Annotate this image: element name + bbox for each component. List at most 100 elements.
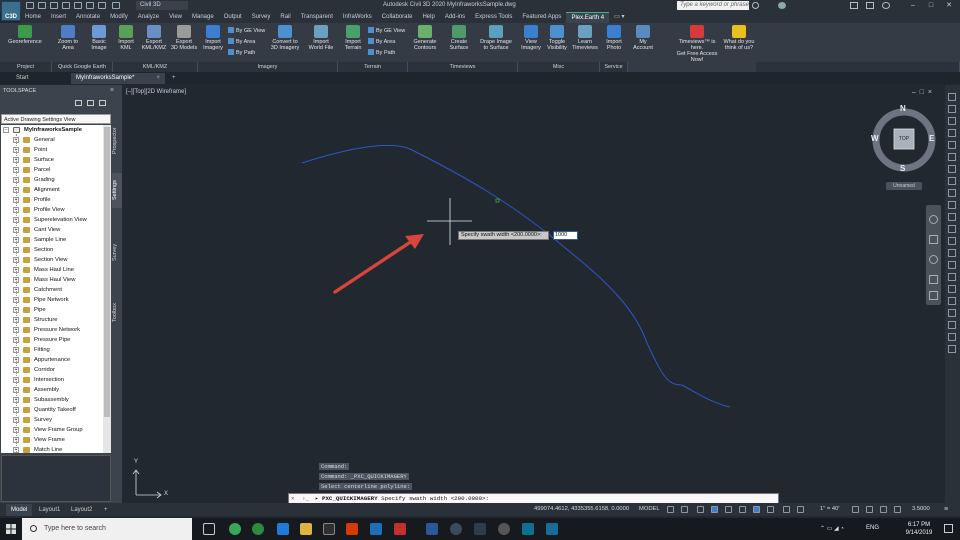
showmotion-icon[interactable]: [929, 291, 938, 300]
tree-item[interactable]: + Cant View: [1, 225, 103, 235]
minimize-button[interactable]: –: [908, 1, 918, 10]
new-tab-button[interactable]: +: [167, 73, 181, 84]
app-logo[interactable]: C3D: [1, 1, 21, 21]
ribbon-tab[interactable]: Output: [219, 12, 247, 23]
expand-icon[interactable]: +: [13, 427, 19, 433]
obs-icon[interactable]: [450, 523, 462, 535]
ribbon-tab[interactable]: Analyze: [133, 12, 164, 23]
tree-item[interactable]: + Fitting: [1, 345, 103, 355]
palette-tool-icon[interactable]: [948, 189, 956, 197]
ribbon-tab[interactable]: Home: [20, 12, 46, 23]
navigation-bar[interactable]: [926, 205, 941, 305]
save-as-icon[interactable]: [62, 2, 70, 9]
store-icon[interactable]: [323, 523, 335, 535]
ribbon-tab[interactable]: View: [164, 12, 187, 23]
expand-icon[interactable]: +: [13, 377, 19, 383]
ribbon-button[interactable]: Toggle Visibility: [545, 25, 569, 61]
file-explorer-icon[interactable]: [300, 523, 312, 535]
palette-tool-icon[interactable]: [948, 285, 956, 293]
zoom-extents-icon[interactable]: [929, 255, 938, 264]
task-view-icon[interactable]: [203, 523, 215, 535]
annotation-monitor-icon[interactable]: [866, 506, 873, 513]
collapse-icon[interactable]: −: [3, 127, 9, 133]
cart-icon[interactable]: [850, 2, 858, 9]
tab-settings[interactable]: Settings: [112, 173, 122, 208]
notifications-icon[interactable]: [944, 524, 953, 533]
transparency-icon[interactable]: [783, 506, 790, 513]
tree-item[interactable]: + Point: [1, 145, 103, 155]
share-icon[interactable]: [112, 2, 120, 9]
grid-icon[interactable]: [667, 506, 674, 513]
ribbon-button[interactable]: Timeviews™ is here. Get Free Access Now!: [676, 25, 718, 63]
isolate-icon[interactable]: [880, 506, 887, 513]
ribbon-tab[interactable]: Transparent: [296, 12, 338, 23]
lineweight-icon[interactable]: [767, 506, 774, 513]
tree-item[interactable]: + Pipe Network: [1, 295, 103, 305]
ribbon-tab[interactable]: Manage: [187, 12, 219, 23]
ribbon-tab[interactable]: Survey: [247, 12, 276, 23]
close-tab-icon[interactable]: ×: [156, 73, 160, 84]
close-button[interactable]: ✕: [944, 1, 954, 10]
palette-tool-icon[interactable]: [948, 153, 956, 161]
ribbon-panel-title[interactable]: Terrain: [338, 62, 408, 72]
palette-tool-icon[interactable]: [948, 309, 956, 317]
expand-icon[interactable]: +: [13, 387, 19, 393]
palette-tool-icon[interactable]: [948, 201, 956, 209]
palette-tool-icon[interactable]: [948, 177, 956, 185]
expand-icon[interactable]: +: [13, 307, 19, 313]
tree-item[interactable]: + Alignment: [1, 185, 103, 195]
expand-icon[interactable]: +: [13, 137, 19, 143]
tree-item[interactable]: + Assembly: [1, 385, 103, 395]
expand-icon[interactable]: +: [13, 317, 19, 323]
expand-icon[interactable]: +: [13, 357, 19, 363]
tree-item[interactable]: + Subassembly: [1, 395, 103, 405]
open-icon[interactable]: [38, 2, 46, 9]
expand-icon[interactable]: +: [13, 397, 19, 403]
expand-icon[interactable]: +: [13, 177, 19, 183]
user-icon[interactable]: [778, 2, 786, 9]
isodraft-icon[interactable]: [725, 506, 732, 513]
tree-item[interactable]: + Parcel: [1, 165, 103, 175]
palette-tool-icon[interactable]: [948, 225, 956, 233]
selection-cycling-icon[interactable]: [797, 506, 804, 513]
workspace-gear-icon[interactable]: [852, 506, 859, 513]
palette-tool-icon[interactable]: [948, 297, 956, 305]
compass-south[interactable]: S: [900, 164, 905, 173]
swath-width-input[interactable]: 1000: [553, 231, 578, 240]
expand-icon[interactable]: +: [13, 267, 19, 273]
expand-icon[interactable]: +: [13, 197, 19, 203]
expand-icon[interactable]: +: [13, 167, 19, 173]
ribbon-tab[interactable]: Plex.Earth 4: [566, 12, 610, 23]
viewcube-top-face[interactable]: TOP: [894, 136, 914, 142]
ribbon-tab[interactable]: Annotate: [71, 12, 105, 23]
expand-icon[interactable]: +: [13, 157, 19, 163]
terrain-small-button-1[interactable]: By Area: [368, 38, 395, 46]
tab-drawing[interactable]: MyInfraworksSample* ×: [71, 73, 165, 84]
text-editor-icon[interactable]: [546, 523, 558, 535]
ribbon-tab[interactable]: Rail: [275, 12, 295, 23]
tree-item[interactable]: + Sample Line: [1, 235, 103, 245]
steering-wheel-icon[interactable]: [929, 215, 938, 224]
tab-start[interactable]: Start: [11, 73, 34, 84]
pan-icon[interactable]: [929, 235, 938, 244]
toolspace-tool-icon[interactable]: [75, 100, 82, 106]
app-icon[interactable]: [474, 523, 486, 535]
expand-icon[interactable]: +: [13, 407, 19, 413]
palette-tool-icon[interactable]: [948, 333, 956, 341]
expand-icon[interactable]: +: [13, 437, 19, 443]
imagery-small-button-2[interactable]: By Path: [228, 49, 255, 57]
palette-tool-icon[interactable]: [948, 213, 956, 221]
close-icon[interactable]: ×: [110, 87, 120, 95]
ribbon-button[interactable]: Import KML: [114, 25, 138, 61]
ribbon-button[interactable]: Export 3D Models: [170, 25, 198, 61]
ribbon-tab[interactable]: Help: [417, 12, 439, 23]
expand-icon[interactable]: +: [13, 367, 19, 373]
orbit-icon[interactable]: [929, 275, 938, 284]
maximize-button[interactable]: □: [926, 1, 936, 10]
save-icon[interactable]: [50, 2, 58, 9]
palette-tool-icon[interactable]: [948, 117, 956, 125]
expand-icon[interactable]: +: [13, 227, 19, 233]
new-icon[interactable]: [26, 2, 34, 9]
ribbon-tab[interactable]: Add-ins: [440, 12, 470, 23]
tree-item[interactable]: + Quantity Takeoff: [1, 405, 103, 415]
